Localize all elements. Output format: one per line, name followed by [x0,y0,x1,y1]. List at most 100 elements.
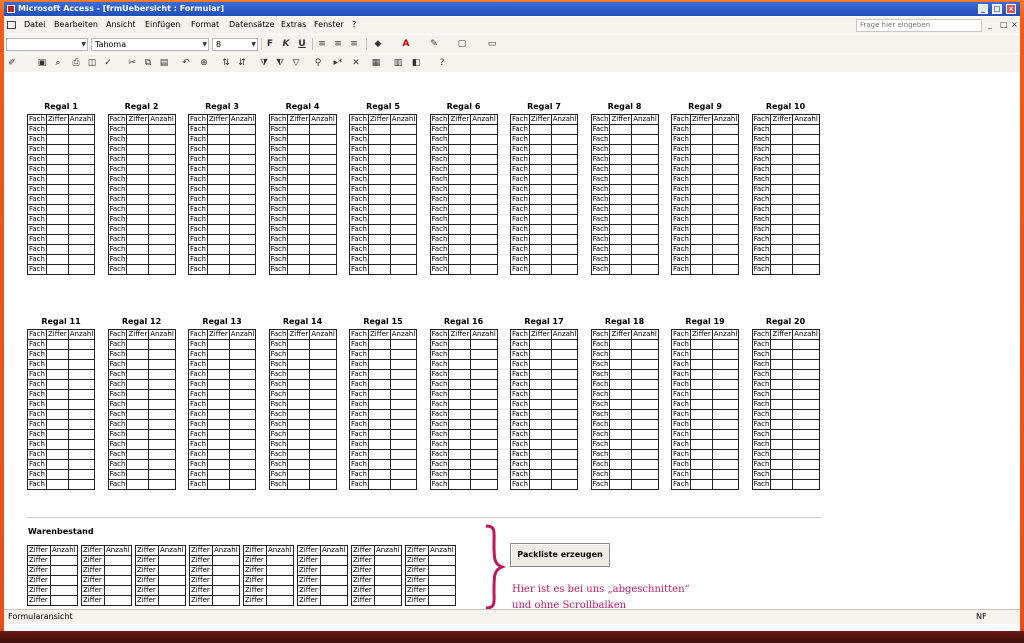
ziffer-field[interactable] [609,224,633,235]
ziffer-field[interactable] [367,264,391,275]
cut-icon[interactable]: ✂ [126,57,138,69]
ziffer-field[interactable] [689,224,713,235]
ziffer-field[interactable] [287,224,311,235]
anzahl-field[interactable] [374,565,402,576]
packliste-erzeugen-button[interactable]: Packliste erzeugen [510,543,610,567]
ziffer-field[interactable] [609,339,633,350]
anzahl-field[interactable] [148,369,176,380]
anzahl-field[interactable] [792,439,820,450]
ziffer-field[interactable] [126,144,150,155]
anzahl-field[interactable] [389,144,418,155]
ziffer-field[interactable] [609,359,633,370]
anzahl-field[interactable] [792,349,820,360]
anzahl-field[interactable] [631,264,659,275]
ziffer-field[interactable] [448,479,472,490]
maximize-button[interactable]: □ [992,4,1002,14]
properties-icon[interactable]: ▦ [370,57,382,69]
anzahl-field[interactable] [711,479,740,490]
ziffer-field[interactable] [45,254,69,265]
ziffer-field[interactable] [45,244,69,255]
italic-button[interactable]: K [280,38,292,50]
anzahl-field[interactable] [792,124,820,135]
special-effect-icon[interactable]: ▭ [486,38,498,50]
anzahl-field[interactable] [148,264,176,275]
anzahl-field[interactable] [67,349,96,360]
anzahl-field[interactable] [470,449,498,460]
ziffer-field[interactable] [609,164,633,175]
ziffer-field[interactable] [206,469,230,480]
anzahl-field[interactable] [148,254,176,265]
ziffer-field[interactable] [528,214,552,225]
ziffer-field[interactable] [770,224,794,235]
ziffer-field[interactable] [367,379,391,390]
ziffer-field[interactable] [367,359,391,370]
ziffer-field[interactable] [609,459,633,470]
ziffer-field[interactable] [45,154,69,165]
anzahl-field[interactable] [389,204,418,215]
ziffer-field[interactable] [287,429,311,440]
ziffer-field[interactable] [689,429,713,440]
ziffer-field[interactable] [45,359,69,370]
ziffer-field[interactable] [206,254,230,265]
align-center-icon[interactable]: ≡ [332,38,344,50]
anzahl-field[interactable] [104,575,132,586]
ziffer-field[interactable] [367,254,391,265]
anzahl-field[interactable] [228,359,257,370]
anzahl-field[interactable] [309,369,337,380]
ziffer-field[interactable] [206,479,230,490]
anzahl-field[interactable] [711,419,740,430]
anzahl-field[interactable] [389,244,418,255]
ziffer-field[interactable] [126,134,150,145]
ziffer-field[interactable] [206,419,230,430]
menu-ansicht[interactable]: Ansicht [106,20,136,29]
ziffer-field[interactable] [770,439,794,450]
ziffer-field[interactable] [528,479,552,490]
ziffer-field[interactable] [126,439,150,450]
ziffer-field[interactable] [528,399,552,410]
anzahl-field[interactable] [550,439,579,450]
ziffer-field[interactable] [126,164,150,175]
ziffer-field[interactable] [367,194,391,205]
anzahl-field[interactable] [389,479,418,490]
ziffer-field[interactable] [448,164,472,175]
ziffer-field[interactable] [770,429,794,440]
anzahl-field[interactable] [148,134,176,145]
ziffer-field[interactable] [689,244,713,255]
ziffer-field[interactable] [609,349,633,360]
ziffer-field[interactable] [287,349,311,360]
anzahl-field[interactable] [266,555,294,566]
anzahl-field[interactable] [67,194,96,205]
ziffer-field[interactable] [448,184,472,195]
title-bar[interactable]: Microsoft Access - [frmUebersicht : Form… [4,2,1020,16]
ziffer-field[interactable] [770,124,794,135]
anzahl-field[interactable] [470,234,498,245]
anzahl-field[interactable] [228,409,257,420]
anzahl-field[interactable] [711,204,740,215]
anzahl-field[interactable] [148,154,176,165]
anzahl-field[interactable] [309,264,337,275]
anzahl-field[interactable] [550,254,579,265]
anzahl-field[interactable] [470,379,498,390]
ziffer-field[interactable] [689,234,713,245]
ziffer-field[interactable] [45,234,69,245]
ziffer-field[interactable] [126,194,150,205]
filter-form-icon[interactable]: ⧨ [274,57,286,69]
ziffer-field[interactable] [528,264,552,275]
anzahl-field[interactable] [158,565,186,576]
anzahl-field[interactable] [470,144,498,155]
anzahl-field[interactable] [309,459,337,470]
ziffer-field[interactable] [206,244,230,255]
anzahl-field[interactable] [711,349,740,360]
ziffer-field[interactable] [528,339,552,350]
anzahl-field[interactable] [228,224,257,235]
ziffer-field[interactable] [689,154,713,165]
anzahl-field[interactable] [212,595,240,606]
anzahl-field[interactable] [550,204,579,215]
anzahl-field[interactable] [148,204,176,215]
ziffer-field[interactable] [448,469,472,480]
ziffer-field[interactable] [126,349,150,360]
ziffer-field[interactable] [689,369,713,380]
anzahl-field[interactable] [631,224,659,235]
font-color-icon[interactable]: A [400,38,412,50]
anzahl-field[interactable] [470,134,498,145]
